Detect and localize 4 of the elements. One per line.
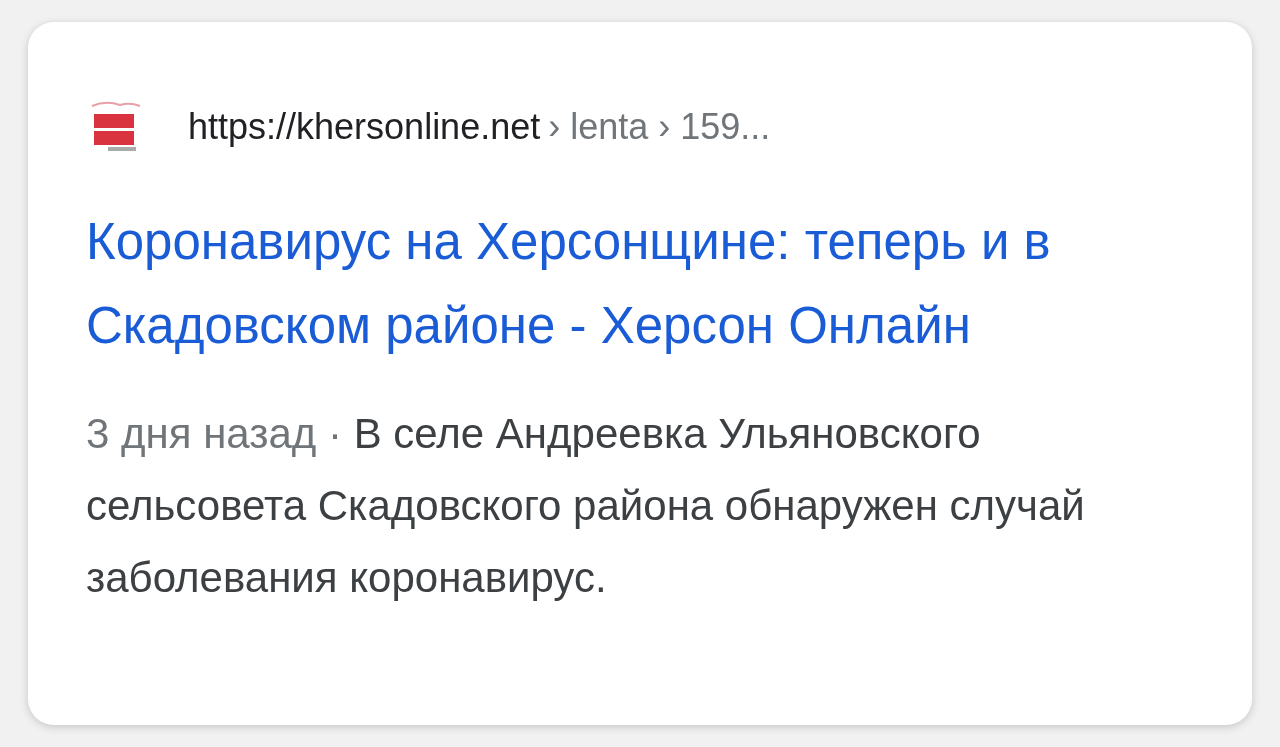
- result-title-link[interactable]: Коронавирус на Херсонщине: теперь и в Скадовском районе - Херсон Онлайн: [86, 200, 1216, 368]
- site-url[interactable]: https://khersonline.net: [188, 106, 541, 148]
- result-snippet: 3 дня назад · В селе Андреевка Ульяновского сельсовета Скадовского района обнаружен случай заболевания коронавирус.: [86, 409, 1086, 603]
- url-breadcrumb: › lenta › 159...: [548, 106, 771, 148]
